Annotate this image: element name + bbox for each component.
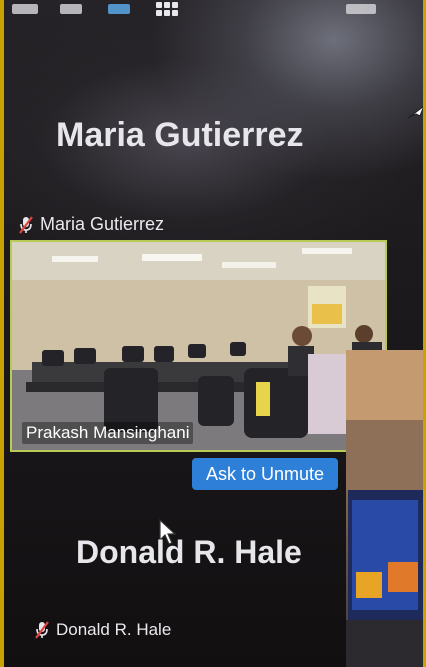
- toolbar-button-active[interactable]: [108, 4, 130, 14]
- toolbar-button-right[interactable]: [346, 4, 376, 14]
- background-room-photo: [346, 350, 423, 667]
- participant-name-label: Donald R. Hale: [34, 620, 171, 640]
- ask-to-unmute-button[interactable]: Ask to Unmute: [192, 458, 338, 490]
- video-participant-name: Prakash Mansinghani: [22, 422, 194, 444]
- muted-mic-icon: [35, 621, 49, 639]
- toolbar-button-1[interactable]: [12, 4, 38, 14]
- toolbar-button-2[interactable]: [60, 4, 82, 14]
- participant-display-name: Donald R. Hale: [76, 534, 302, 570]
- participant-name-label: Maria Gutierrez: [18, 214, 164, 235]
- active-speaker-video-tile[interactable]: Prakash Mansinghani: [10, 240, 387, 452]
- room-video-feed: [12, 242, 385, 450]
- top-toolbar: [4, 0, 423, 16]
- participant-display-name: Maria Gutierrez: [56, 116, 304, 154]
- muted-mic-icon: [19, 215, 33, 234]
- participant-name: Donald R. Hale: [56, 620, 172, 639]
- participant-name: Maria Gutierrez: [40, 214, 165, 234]
- grid-view-icon[interactable]: [156, 2, 180, 16]
- meeting-window: Maria Gutierrez Maria Gutierrez Prakash …: [4, 0, 423, 667]
- pointer-cursor-icon: [407, 106, 423, 119]
